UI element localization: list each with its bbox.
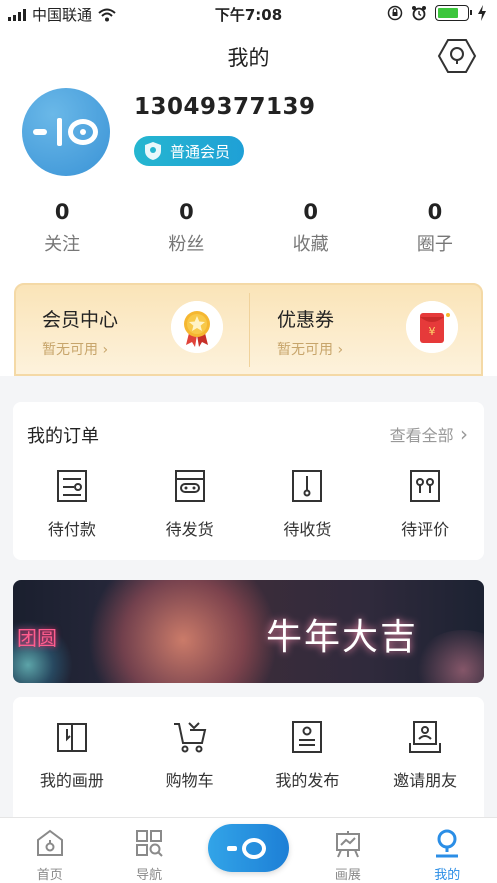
invite-icon (409, 721, 442, 753)
page-title: 我的 (227, 46, 270, 70)
avatar[interactable] (22, 88, 110, 176)
logo-ring (242, 838, 266, 859)
member-center-subtitle: 暂无可用 (42, 339, 108, 359)
tool-label: 我的画册 (39, 771, 104, 790)
alarm-icon (412, 6, 426, 21)
tools-card: 我的画册 购物车 我的发布 邀请朋友 (13, 697, 484, 817)
stat-value: 0 (303, 200, 318, 224)
orders-card: 我的订单 查看全部 待付款 待发货 (13, 402, 484, 560)
orders-title: 我的订单 (27, 426, 99, 447)
battery-level (438, 8, 458, 18)
order-pending-receive[interactable]: 待收货 (249, 468, 367, 540)
stat-value: 0 (54, 200, 70, 224)
medal-icon (171, 301, 223, 353)
battery-icon (435, 5, 472, 21)
banner-text: 牛年大吉 (265, 617, 418, 658)
charging-icon (478, 5, 486, 21)
nav-icon (136, 830, 163, 857)
profile-icon (436, 829, 459, 858)
tool-album[interactable]: 我的画册 (13, 719, 131, 791)
stat-value: 0 (179, 200, 194, 224)
shipping-icon (174, 470, 205, 502)
firework-decoration (83, 580, 283, 683)
publish-icon (292, 721, 323, 753)
stat-favorites[interactable]: 0 收藏 (249, 200, 373, 256)
user-phone: 13049377139 (134, 94, 316, 120)
stat-following[interactable]: 0 关注 (0, 200, 124, 256)
vip-card: 会员中心 暂无可用 优惠券 暂无可用 ¥ (14, 283, 483, 376)
coupon-entry[interactable]: 优惠券 暂无可用 ¥ (251, 285, 485, 375)
order-pending-shipping[interactable]: 待发货 (131, 468, 249, 540)
tab-label: 画展 (334, 868, 361, 883)
settings-icon[interactable] (437, 36, 477, 76)
member-level-badge[interactable]: 普通会员 (134, 136, 245, 166)
stat-value: 0 (427, 200, 443, 224)
order-label: 待评价 (401, 520, 450, 539)
album-icon (56, 723, 87, 752)
coupon-subtitle: 暂无可用 (277, 339, 343, 359)
red-envelope-icon: ¥ (406, 301, 458, 353)
home-icon (36, 829, 63, 856)
banner-left-text: 团圆 (17, 626, 57, 650)
profile-section: 我的 13049377139 普通会员 0 关注 0 粉丝 0 收藏 0 圈子 (0, 28, 497, 376)
firework-decoration (413, 630, 484, 683)
tool-publish[interactable]: 我的发布 (249, 719, 367, 791)
tool-cart[interactable]: 购物车 (131, 719, 249, 791)
tab-label: 首页 (36, 868, 63, 883)
logo-icon (227, 846, 237, 851)
tool-label: 邀请朋友 (393, 771, 458, 790)
order-label: 待收货 (283, 520, 332, 539)
member-center-entry[interactable]: 会员中心 暂无可用 (16, 285, 250, 375)
tab-exhibition[interactable]: 画展 (298, 818, 397, 883)
stat-label: 圈子 (416, 234, 453, 255)
cart-icon (173, 722, 206, 753)
status-bar: 中国联通 下午7:08 (0, 0, 497, 28)
shield-icon (145, 142, 161, 160)
receive-icon (292, 470, 323, 502)
stat-label: 粉丝 (168, 234, 205, 255)
stats-row: 0 关注 0 粉丝 0 收藏 0 圈子 (0, 200, 497, 256)
member-level-label: 普通会员 (170, 142, 231, 161)
review-icon (410, 470, 441, 502)
member-center-title: 会员中心 (42, 309, 119, 331)
tool-invite[interactable]: 邀请朋友 (366, 719, 484, 791)
exhibition-icon (335, 831, 360, 858)
tab-label: 我的 (434, 868, 461, 883)
order-pending-payment[interactable]: 待付款 (13, 468, 131, 540)
rotation-lock-icon (387, 5, 403, 21)
tab-profile[interactable]: 我的 (398, 818, 497, 883)
payment-icon (56, 470, 87, 502)
order-pending-review[interactable]: 待评价 (366, 468, 484, 540)
stat-followers[interactable]: 0 粉丝 (124, 200, 248, 256)
order-label: 待付款 (47, 520, 96, 539)
promo-banner[interactable]: 团圆 牛年大吉 (13, 580, 484, 683)
order-label: 待发货 (165, 520, 214, 539)
coupon-title: 优惠券 (277, 309, 335, 331)
svg-text:¥: ¥ (429, 325, 436, 338)
stat-circles[interactable]: 0 圈子 (373, 200, 497, 256)
stat-label: 关注 (44, 234, 81, 255)
view-all-orders-link[interactable]: 查看全部 (390, 422, 468, 446)
center-logo-button[interactable] (208, 824, 289, 872)
tab-navigation[interactable]: 导航 (99, 818, 198, 883)
vip-divider (249, 293, 250, 367)
tab-label: 导航 (136, 868, 163, 883)
stat-label: 收藏 (292, 234, 329, 255)
tool-label: 购物车 (165, 771, 214, 790)
tool-label: 我的发布 (275, 771, 340, 790)
tab-home[interactable]: 首页 (0, 818, 99, 883)
